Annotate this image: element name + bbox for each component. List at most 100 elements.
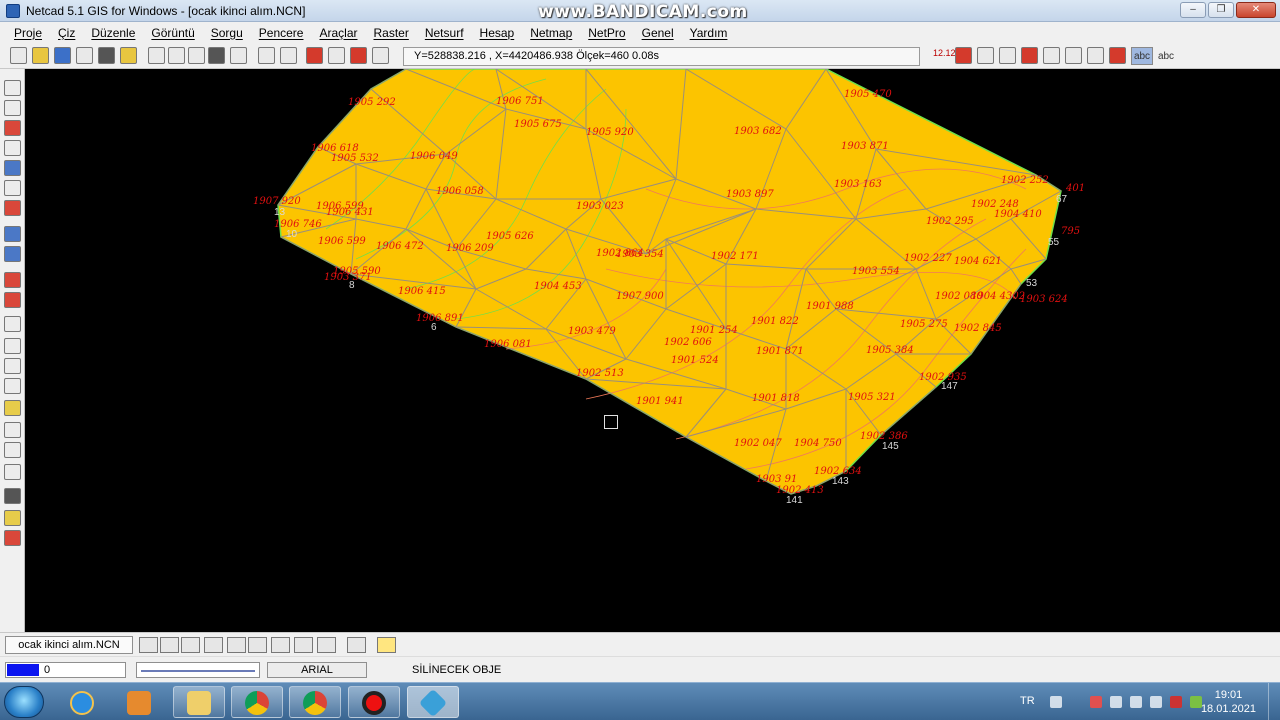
taskbar-chrome-2[interactable] <box>289 686 341 718</box>
group-icon[interactable] <box>4 400 21 416</box>
snap-intersect-icon[interactable] <box>181 637 200 653</box>
bomb-icon[interactable] <box>4 488 21 504</box>
label-ab-icon[interactable] <box>4 316 21 332</box>
circle-tool-icon[interactable] <box>1021 47 1038 64</box>
pattern-icon[interactable] <box>4 292 21 308</box>
eraser-icon[interactable] <box>4 530 21 546</box>
warning-icon[interactable] <box>377 637 396 653</box>
action-center-icon[interactable] <box>1090 696 1102 708</box>
hatch-icon[interactable] <box>4 272 21 288</box>
security-icon[interactable] <box>1170 696 1182 708</box>
ortho-icon[interactable] <box>294 637 313 653</box>
tray-arrow-icon[interactable] <box>1050 696 1062 708</box>
save-as-icon[interactable] <box>76 47 93 64</box>
taskbar-bandicam[interactable] <box>348 686 400 718</box>
taskbar-internet-explorer[interactable] <box>56 686 108 718</box>
snap-mid-icon[interactable] <box>204 637 223 653</box>
grid-icon[interactable] <box>271 637 290 653</box>
menu-hesap[interactable]: Hesap <box>480 26 515 40</box>
clock-icon[interactable] <box>4 200 21 216</box>
line-type-selector[interactable] <box>136 662 260 678</box>
query-icon[interactable] <box>372 47 389 64</box>
taskbar-chrome-1[interactable] <box>231 686 283 718</box>
minimize-button[interactable]: – <box>1180 2 1206 18</box>
zoom-window-icon[interactable] <box>168 47 185 64</box>
menu-proje[interactable]: Proje <box>14 26 42 40</box>
layer-tab[interactable]: ocak ikinci alım.NCN <box>5 636 133 654</box>
color-selector[interactable]: 0 <box>5 662 126 678</box>
menu-pencere[interactable]: Pencere <box>259 26 304 40</box>
calculator-icon[interactable] <box>350 47 367 64</box>
menu-goruntu[interactable]: Görüntü <box>151 26 194 40</box>
undo-icon[interactable] <box>258 47 275 64</box>
font-selector[interactable]: ARIAL <box>267 662 367 678</box>
start-button[interactable] <box>4 686 44 718</box>
layers-icon[interactable] <box>347 637 366 653</box>
taskbar-explorer[interactable] <box>173 686 225 718</box>
save-icon[interactable] <box>54 47 71 64</box>
block-icon[interactable] <box>4 160 21 176</box>
cross-box-icon[interactable] <box>4 226 21 242</box>
move-icon[interactable] <box>230 47 247 64</box>
menu-duzenle[interactable]: Düzenle <box>91 26 135 40</box>
print-icon[interactable] <box>98 47 115 64</box>
clock[interactable]: 19:01 18.01.2021 <box>1201 688 1256 716</box>
zoom-icon[interactable] <box>148 47 165 64</box>
close-button[interactable]: ✕ <box>1236 2 1276 18</box>
node-edit-icon[interactable] <box>4 358 21 374</box>
show-desktop-button[interactable] <box>1268 683 1280 720</box>
snap-point-icon[interactable] <box>139 637 158 653</box>
menu-netmap[interactable]: Netmap <box>530 26 572 40</box>
point-xyz-icon[interactable] <box>4 120 21 136</box>
scissors-icon[interactable] <box>4 442 21 458</box>
menu-raster[interactable]: Raster <box>374 26 409 40</box>
snap-near-icon[interactable] <box>248 637 267 653</box>
redo-icon[interactable] <box>280 47 297 64</box>
open-folder-icon[interactable] <box>32 47 49 64</box>
coordinate-label-icon[interactable] <box>1043 47 1060 64</box>
trim-icon[interactable] <box>4 422 21 438</box>
arrow-tool-icon[interactable] <box>955 47 972 64</box>
height-tool-icon[interactable] <box>977 47 994 64</box>
branch-tool-icon[interactable] <box>1065 47 1082 64</box>
direction-icon[interactable] <box>4 180 21 196</box>
new-file-icon[interactable] <box>10 47 27 64</box>
polyline-icon[interactable] <box>4 100 21 116</box>
volume-icon[interactable] <box>1130 696 1142 708</box>
drawing-canvas[interactable]: 1905 292 1906 751 1905 675 1905 920 1905 470… <box>26 69 1280 632</box>
taskbar-netcad[interactable] <box>407 686 459 718</box>
help-icon[interactable] <box>306 47 323 64</box>
text-style-button[interactable]: abc <box>1155 47 1177 65</box>
menu-genel[interactable]: Genel <box>642 26 674 40</box>
restore-button[interactable]: ❐ <box>1208 2 1234 18</box>
node-icon[interactable] <box>4 338 21 354</box>
menu-ciz[interactable]: Çiz <box>58 26 75 40</box>
menu-netpro[interactable]: NetPro <box>588 26 625 40</box>
menu-netsurf[interactable]: Netsurf <box>425 26 464 40</box>
menu-sorgu[interactable]: Sorgu <box>211 26 243 40</box>
label-format-1212[interactable]: 12.12 <box>933 48 956 58</box>
snap-center-icon[interactable] <box>227 637 246 653</box>
network-icon[interactable] <box>1110 696 1122 708</box>
measure-icon[interactable] <box>317 637 336 653</box>
line-tool-icon[interactable] <box>328 47 345 64</box>
delete-icon[interactable] <box>208 47 225 64</box>
line-icon[interactable] <box>4 80 21 96</box>
intersection-icon[interactable] <box>1087 47 1104 64</box>
layers-list-icon[interactable] <box>120 47 137 64</box>
extend-icon[interactable] <box>4 464 21 480</box>
text-edit-button[interactable]: abc <box>1131 47 1153 65</box>
slope-icon[interactable] <box>1109 47 1126 64</box>
usb-icon[interactable] <box>1150 696 1162 708</box>
taskbar-media-player[interactable] <box>113 686 165 718</box>
pan-icon[interactable] <box>188 47 205 64</box>
snap-end-icon[interactable] <box>160 637 179 653</box>
brush-icon[interactable] <box>4 510 21 526</box>
pen-icon[interactable] <box>4 140 21 156</box>
node-move-icon[interactable] <box>4 378 21 394</box>
menu-yardim[interactable]: Yardım <box>690 26 728 40</box>
language-indicator[interactable]: TR <box>1020 695 1035 707</box>
text-align-icon[interactable] <box>999 47 1016 64</box>
menu-araclar[interactable]: Araçlar <box>319 26 357 40</box>
text-lines-icon[interactable] <box>4 246 21 262</box>
